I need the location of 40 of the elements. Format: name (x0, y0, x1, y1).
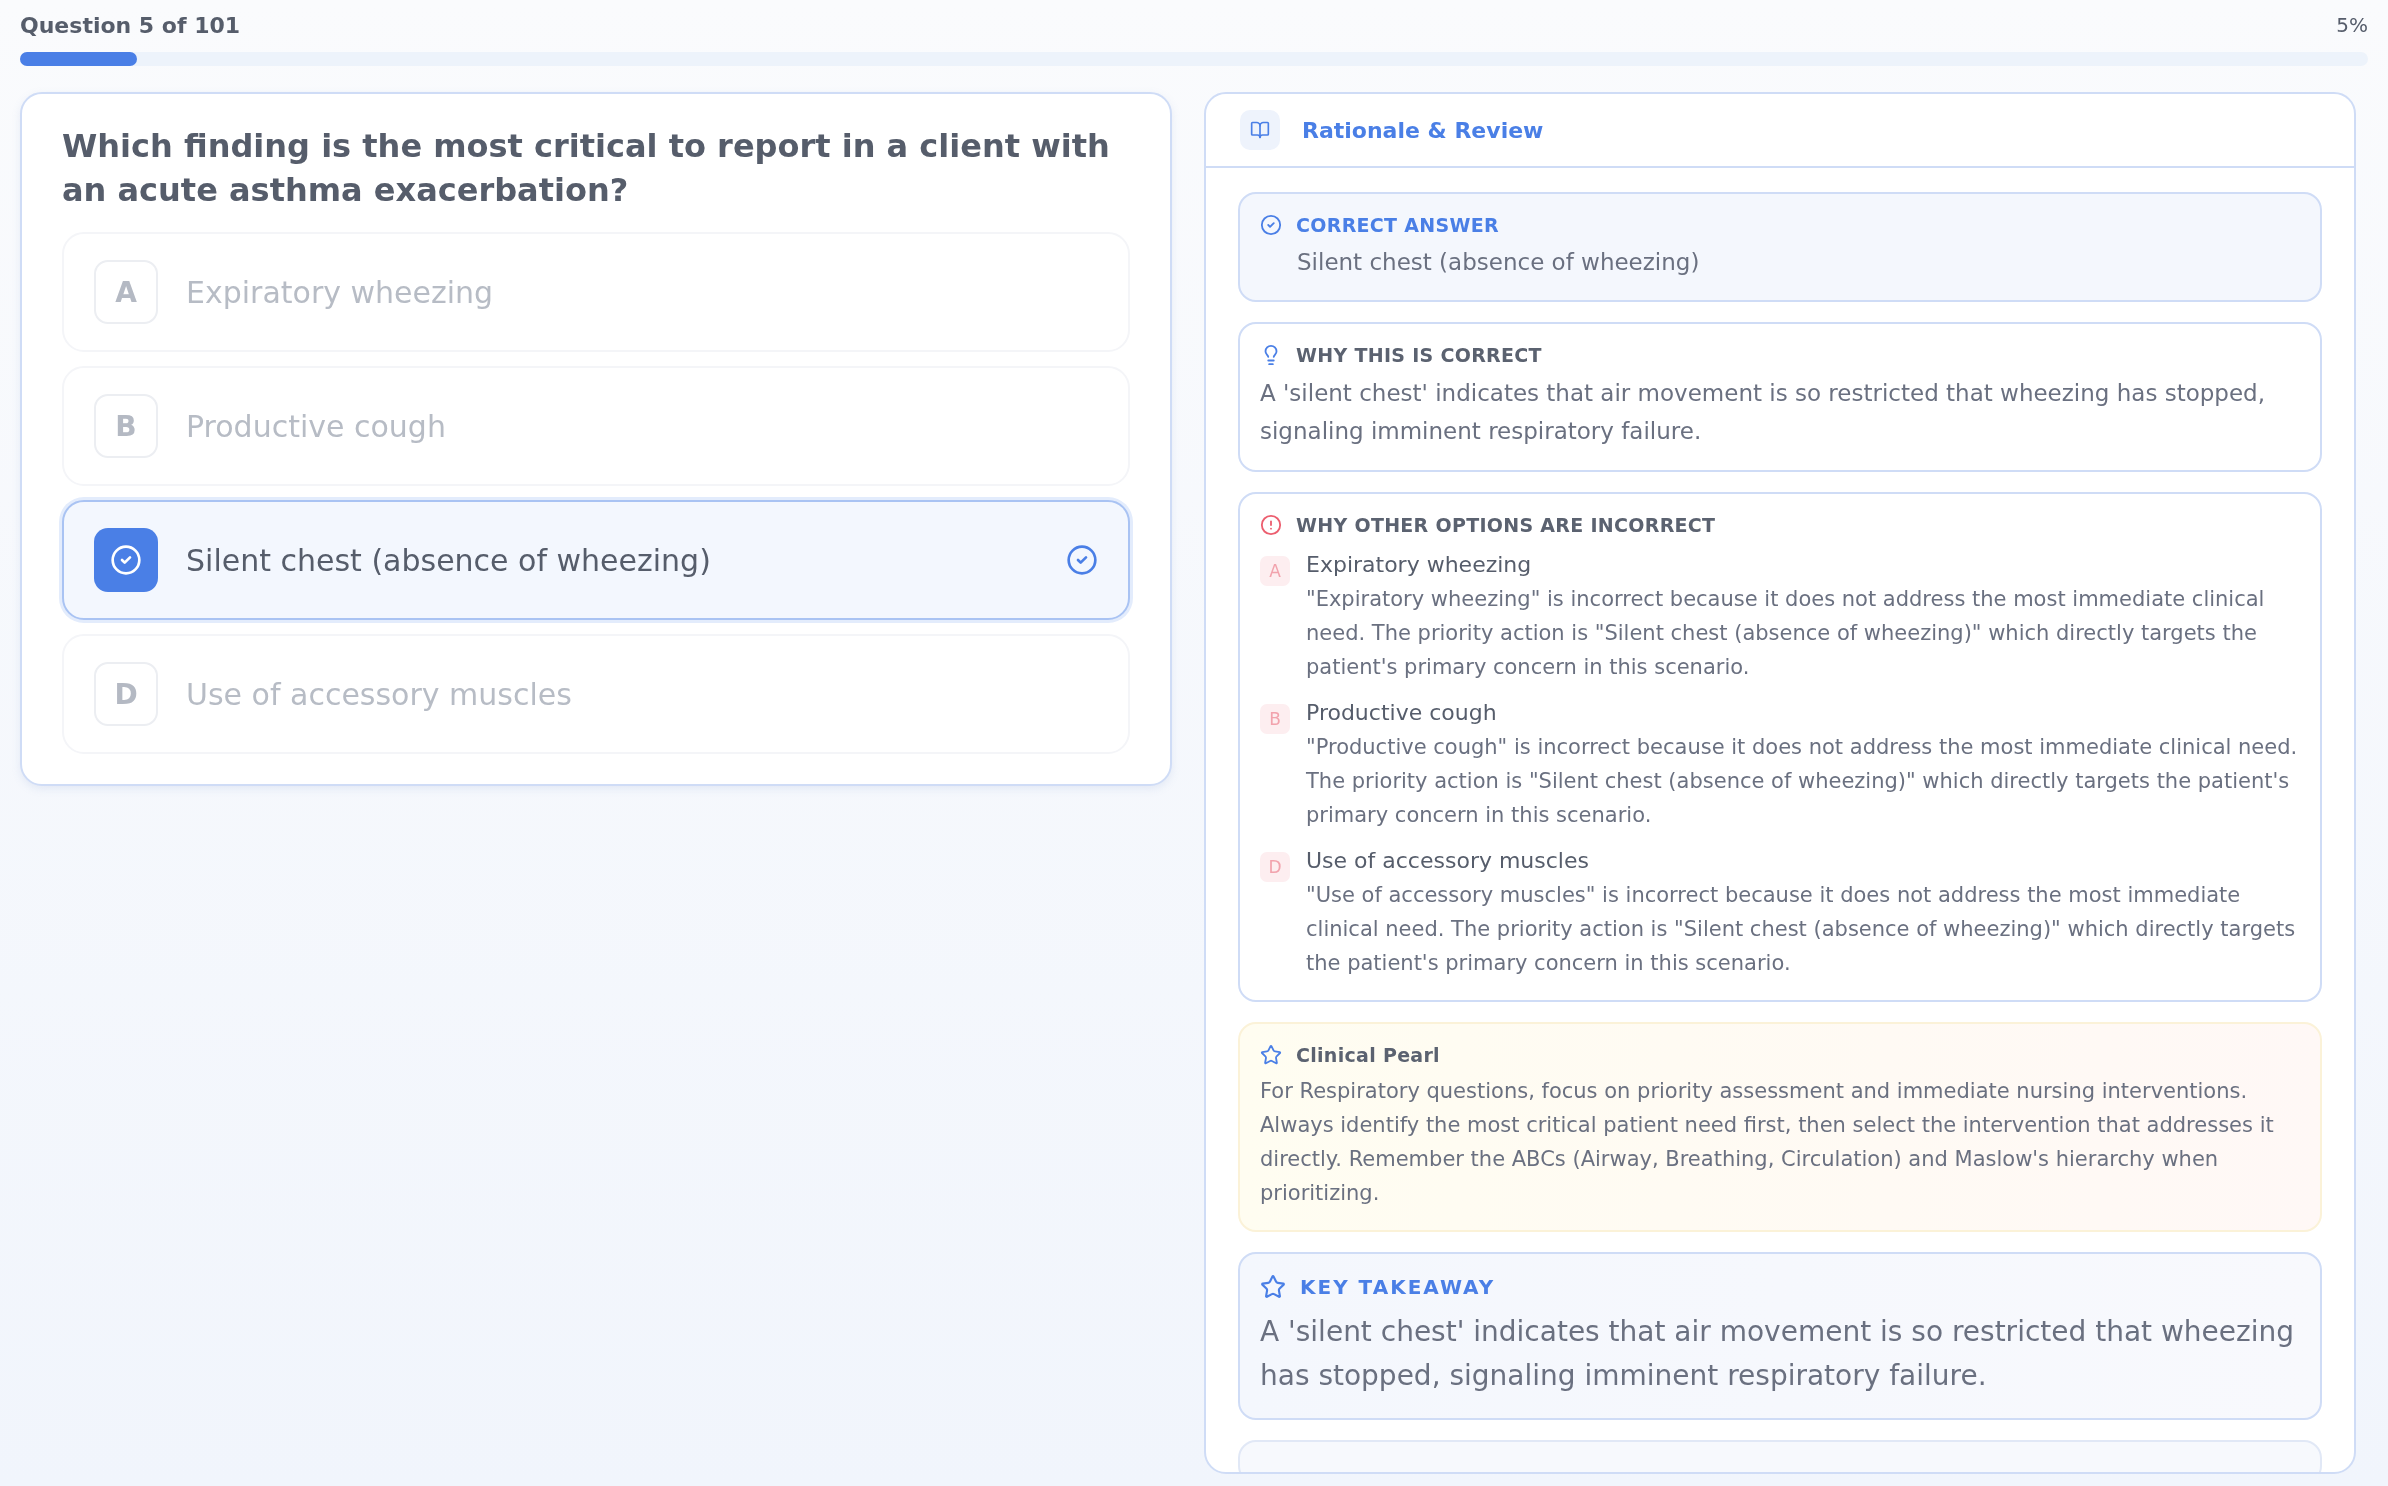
letter-badge: D (1260, 852, 1290, 882)
letter-badge: A (94, 260, 158, 324)
letter-badge: D (94, 662, 158, 726)
option-explanation: "Use of accessory muscles" is incorrect because it does not address the most immediate clinical need. The priority action is "Silent chest (absence of wheezing)" which directly targets the patient's primary concern in this scenario. (1306, 882, 2297, 977)
answer-option[interactable]: Silent chest (absence of wheezing) (62, 500, 1130, 620)
option-text: Silent chest (absence of wheezing) (186, 542, 712, 578)
answer-option[interactable]: B Productive cough (62, 366, 1130, 486)
check-circle-icon (1066, 544, 1098, 576)
alert-circle-icon (1260, 514, 1282, 536)
book-icon (1240, 110, 1280, 150)
section-label: CORRECT ANSWER (1296, 214, 1499, 236)
check-circle-icon (110, 544, 142, 576)
option-title: Use of accessory muscles (1306, 847, 1590, 875)
question-counter: Question 5 of 101 (20, 12, 241, 38)
option-title: Expiratory wheezing (1306, 551, 1533, 579)
star-icon (1260, 1044, 1282, 1066)
pearl-text: For Respiratory questions, focus on priority assessment and immediate nursing interventions. Always identify the most critical patient need first, then select the intervention that addresses it directly. Remember the ABCs (Airway, Breathing, Circulation) and Maslow's hierarchy when prioritizing. (1260, 1078, 2275, 1207)
takeaway-text: A 'silent chest' indicates that air movement is so restricted that wheezing has stopped, signaling imminent respiratory failure. (1260, 1314, 2296, 1394)
star-icon (1260, 1274, 1286, 1300)
option-title: Productive cough (1306, 699, 1498, 727)
section-label: KEY TAKEAWAY (1300, 1275, 1496, 1299)
letter-badge: B (94, 394, 158, 458)
answer-option[interactable]: D Use of accessory muscles (62, 634, 1130, 754)
panel-title: Rationale & Review (1302, 117, 1544, 143)
option-text: Expiratory wheezing (186, 274, 495, 310)
option-text: Use of accessory muscles (186, 676, 573, 712)
progress-percent: 5% (2336, 13, 2368, 37)
section-label: WHY THIS IS CORRECT (1296, 344, 1542, 366)
correct-answer-text: Silent chest (absence of wheezing) (1296, 248, 1701, 277)
letter-badge: B (1260, 704, 1290, 734)
option-text: Productive cough (186, 408, 447, 444)
check-circle-icon (1260, 214, 1282, 236)
section-label: WHY OTHER OPTIONS ARE INCORRECT (1296, 514, 1716, 536)
section-label: Clinical Pearl (1296, 1044, 1440, 1066)
explanation-text: A 'silent chest' indicates that air movement is so restricted that wheezing has stopped, signaling imminent respiratory failure. (1260, 379, 2266, 446)
letter-badge: A (1260, 556, 1290, 586)
question-text: Which finding is the most critical to report in a client with an acute asthma exacerbation? (62, 126, 1111, 211)
option-explanation: "Productive cough" is incorrect because it does not address the most immediate clinical need. The priority action is "Silent chest (absence of wheezing)" which directly targets the patient's primary concern in this scenario. (1306, 734, 2299, 829)
option-explanation: "Expiratory wheezing" is incorrect because it does not address the most immediate clinical need. The priority action is "Silent chest (absence of wheezing)" which directly targets the patient's primary concern in this scenario. (1306, 586, 2266, 681)
answer-option[interactable]: A Expiratory wheezing (62, 232, 1130, 352)
